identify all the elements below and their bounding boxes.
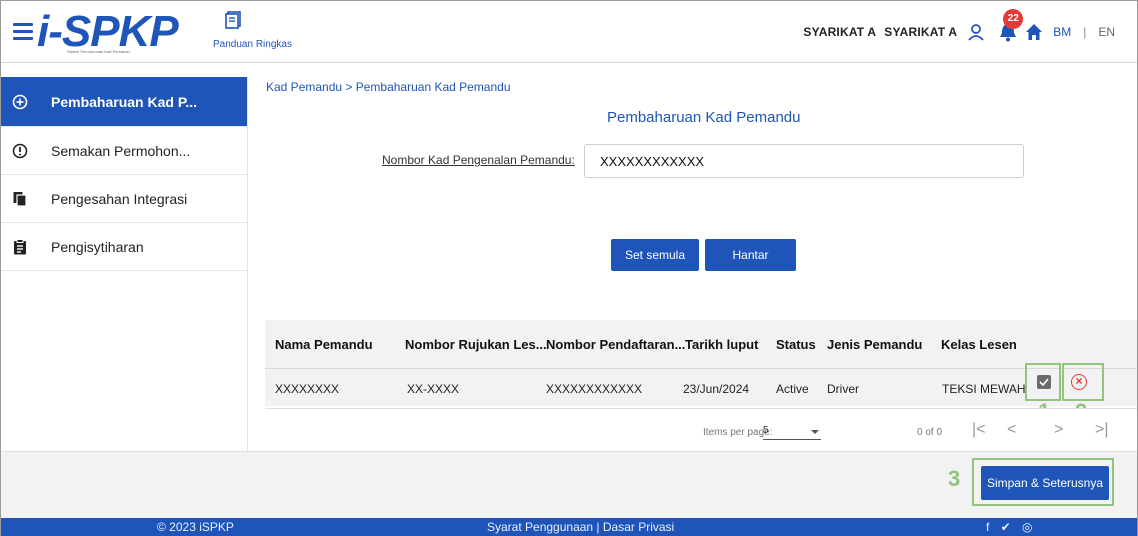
breadcrumb[interactable]: Kad Pemandu > Pembaharuan Kad Pemandu: [266, 80, 511, 94]
copyright-text: © 2023 iSPKP: [157, 520, 234, 534]
cell-kelas: TEKSI MEWAH: [942, 382, 1026, 396]
copy-document-icon: [11, 190, 29, 208]
social-icons[interactable]: f ✔ ◎: [986, 520, 1037, 534]
col-header[interactable]: Status: [776, 337, 816, 352]
col-header[interactable]: Jenis Pemandu: [827, 337, 922, 352]
items-per-page-select[interactable]: 5: [763, 425, 821, 440]
col-header[interactable]: Tarikh luput: [685, 337, 758, 352]
lang-separator: |: [1083, 25, 1087, 39]
page-footer: © 2023 iSPKP Syarat Penggunaan | Dasar P…: [1, 518, 1137, 536]
annotation-box-delete: [1062, 363, 1104, 401]
user-icon[interactable]: [967, 23, 985, 41]
sidebar-item-pengisytiharan[interactable]: Pengisytiharan: [1, 223, 247, 271]
cell-pendaftaran: XXXXXXXXXXXX: [546, 382, 643, 396]
footer-links[interactable]: Syarat Penggunaan | Dasar Privasi: [487, 520, 674, 534]
sidebar-item-label: Semakan Permohon...: [51, 142, 191, 159]
notification-badge: 22: [1003, 9, 1024, 29]
table-paginator: Items per page: 5 0 of 0 |< < > >|: [265, 408, 1137, 452]
col-header[interactable]: Kelas Lesen: [941, 337, 1017, 352]
home-icon[interactable]: [1025, 23, 1043, 41]
table-row: XXXXXXXX XX-XXXX XXXXXXXXXXXX 23/Jun/202…: [265, 368, 1137, 406]
top-header: i-SPKP Sistem Permohonan Kad Pemandu Pan…: [1, 1, 1137, 63]
plus-circle-icon: [11, 93, 29, 111]
sidebar-item-label: Pembaharuan Kad P...: [51, 93, 198, 110]
col-header[interactable]: Nombor Rujukan Les...: [405, 337, 547, 352]
alert-circle-icon: [11, 142, 29, 160]
next-page-button[interactable]: >: [1054, 421, 1063, 439]
prev-page-button[interactable]: <: [1007, 421, 1016, 439]
cell-jenis: Driver: [827, 382, 859, 396]
col-header[interactable]: Nama Pemandu: [275, 337, 373, 352]
guide-link[interactable]: Panduan Ringkas: [213, 39, 292, 50]
sidebar-item-label: Pengesahan Integrasi: [51, 190, 188, 207]
lang-en-link[interactable]: EN: [1098, 25, 1115, 39]
action-bar: [1, 451, 1137, 518]
items-per-page-value: 5: [763, 425, 769, 436]
annotation-number: 3: [948, 466, 961, 491]
cell-nama: XXXXXXXX: [275, 382, 340, 396]
reset-button[interactable]: Set semula: [611, 239, 699, 271]
app-logo[interactable]: i-SPKP Sistem Permohonan Kad Pemandu: [31, 7, 201, 59]
clipboard-icon: [11, 238, 29, 256]
sidebar-item-semakan[interactable]: Semakan Permohon...: [1, 127, 247, 175]
menu-icon[interactable]: [13, 23, 33, 41]
page-range-label: 0 of 0: [917, 427, 943, 438]
sidebar-item-pengesahan[interactable]: Pengesahan Integrasi: [1, 175, 247, 223]
sidebar: Pembaharuan Kad P... Semakan Permohon...…: [1, 77, 248, 451]
submit-button[interactable]: Hantar: [705, 239, 796, 271]
cell-tarikh: 23/Jun/2024: [683, 382, 750, 396]
lang-bm-link[interactable]: BM: [1053, 25, 1071, 39]
logo-tagline: Sistem Permohonan Kad Pemandu: [67, 49, 130, 54]
cell-status: Active: [776, 382, 809, 396]
save-continue-button[interactable]: Simpan & Seterusnya: [981, 466, 1109, 500]
page-title: Pembaharuan Kad Pemandu: [607, 109, 801, 126]
driver-table: Nama Pemandu Nombor Rujukan Les... Nombo…: [265, 320, 1137, 406]
ic-number-label: Nombor Kad Pengenalan Pemandu:: [382, 153, 575, 167]
col-header[interactable]: Nombor Pendaftaran...: [546, 337, 685, 352]
company-name: SYARIKAT A: [803, 25, 877, 39]
chevron-down-icon: [811, 430, 819, 434]
annotation-box-edit: [1025, 363, 1061, 401]
guide-book-icon[interactable]: [225, 11, 241, 29]
sidebar-item-label: Pengisytiharan: [51, 238, 144, 255]
company-name-secondary: SYARIKAT A: [884, 25, 958, 39]
last-page-button[interactable]: >|: [1095, 421, 1109, 439]
sidebar-item-pembaharuan[interactable]: Pembaharuan Kad P...: [1, 77, 247, 127]
notification-bell[interactable]: 22: [997, 9, 1024, 43]
first-page-button[interactable]: |<: [972, 421, 986, 439]
ic-number-input[interactable]: [584, 144, 1024, 178]
cell-rujukan: XX-XXXX: [407, 382, 460, 396]
table-header: Nama Pemandu Nombor Rujukan Les... Nombo…: [265, 320, 1137, 368]
header-right: SYARIKAT A SYARIKAT A 22 BM | EN: [803, 1, 1137, 63]
